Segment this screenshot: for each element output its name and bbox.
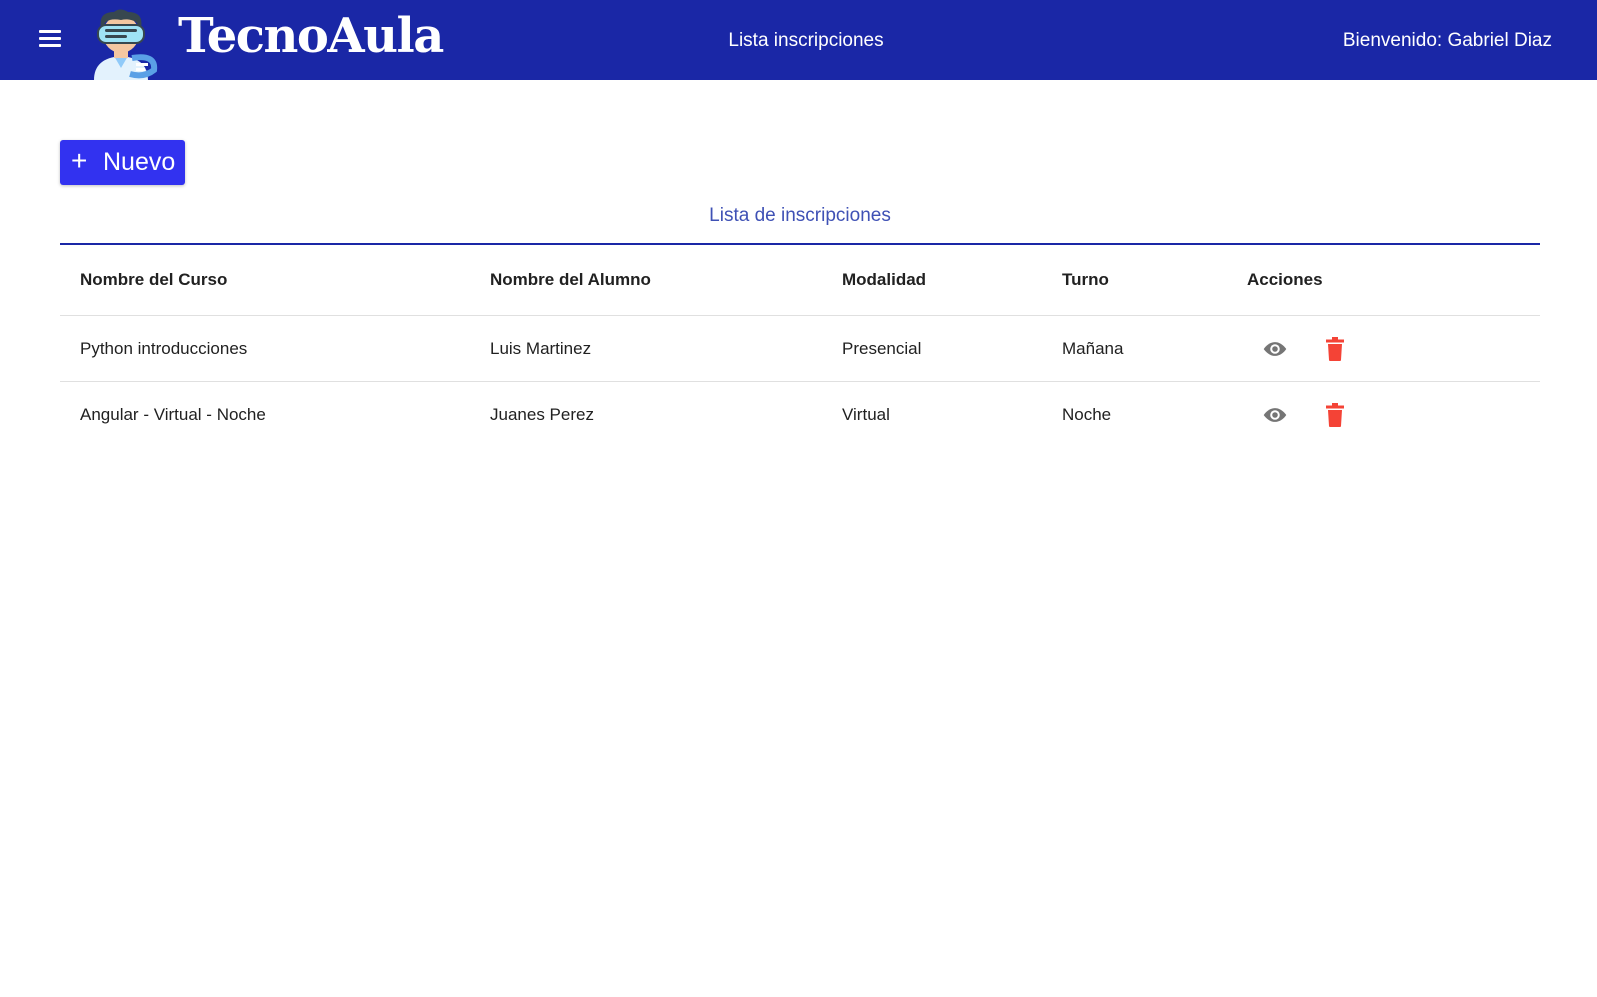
cell-curso: Angular - Virtual - Noche [80, 404, 266, 424]
column-header-modalidad[interactable]: Modalidad [822, 245, 1042, 316]
new-enrollment-button[interactable]: + Nuevo [60, 140, 185, 185]
plus-icon: + [71, 145, 88, 176]
column-header-curso[interactable]: Nombre del Curso [60, 245, 470, 316]
table-row: Python introducciones Luis Martinez Pres… [60, 315, 1540, 382]
eye-icon [1263, 341, 1287, 356]
table-header-row: Nombre del Curso Nombre del Alumno Modal… [60, 245, 1540, 316]
view-button[interactable] [1262, 336, 1288, 362]
delete-button[interactable] [1322, 336, 1348, 362]
view-button[interactable] [1262, 402, 1288, 428]
cell-acciones [1227, 382, 1540, 448]
cell-modalidad: Presencial [822, 315, 1042, 382]
cell-turno: Mañana [1042, 315, 1227, 382]
cell-curso: Python introducciones [60, 315, 470, 382]
delete-button[interactable] [1322, 402, 1348, 428]
enrollments-table: Nombre del Curso Nombre del Alumno Modal… [60, 243, 1540, 447]
column-header-acciones: Acciones [1227, 245, 1540, 316]
cell-modalidad: Virtual [842, 404, 890, 424]
trash-icon [1326, 402, 1344, 427]
table-caption: Lista de inscripciones [709, 205, 891, 226]
trash-icon [1326, 336, 1344, 361]
eye-icon [1263, 407, 1287, 422]
cell-alumno: Juanes Perez [490, 404, 594, 424]
table-row: Angular - Virtual - Noche Juanes Perez V… [60, 382, 1540, 448]
top-navbar: TecnoAula Lista inscripciones Bienvenido… [0, 0, 1597, 80]
column-header-alumno[interactable]: Nombre del Alumno [470, 245, 822, 316]
welcome-user-text: Bienvenido: Gabriel Diaz [1342, 30, 1552, 51]
new-button-label: Nuevo [103, 148, 176, 176]
column-header-turno[interactable]: Turno [1042, 245, 1227, 316]
cell-alumno: Luis Martinez [470, 315, 822, 382]
cell-acciones [1227, 315, 1540, 382]
cell-turno: Noche [1062, 404, 1112, 424]
